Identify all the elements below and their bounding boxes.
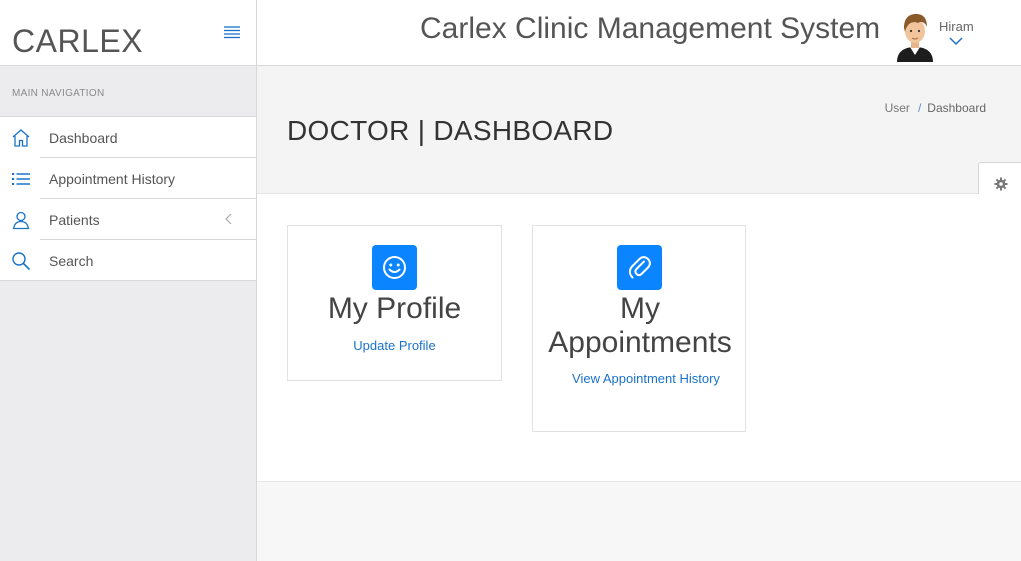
card-title: My Appointments — [533, 292, 747, 360]
card-title-line-2: Appointments — [548, 326, 732, 359]
sidebar-item-label: Dashboard — [49, 130, 118, 146]
user-name[interactable]: Hiram — [939, 19, 974, 34]
update-profile-link[interactable]: Update Profile — [288, 338, 501, 353]
paperclip-icon — [628, 256, 651, 279]
home-icon — [12, 129, 30, 147]
page-header: DOCTOR | DASHBOARD User / Dashboard — [257, 66, 1021, 194]
brand-logo-text[interactable]: CARLEX — [12, 22, 143, 60]
breadcrumb-item-user[interactable]: User — [885, 101, 910, 115]
breadcrumb-separator: / — [917, 101, 922, 115]
sidebar-item-label: Appointment History — [49, 171, 176, 187]
smile-icon — [383, 256, 406, 279]
card-title-line-1: My — [620, 292, 660, 325]
top-header: Carlex Clinic Management System Hiram — [257, 0, 1021, 66]
sidebar: CARLEX MAIN NAVIGATION Dashboard Appoint… — [0, 0, 257, 561]
breadcrumb-item-dashboard: Dashboard — [927, 101, 986, 115]
card-title: My Profile — [327, 292, 462, 325]
sidebar-item-dashboard[interactable]: Dashboard — [0, 117, 256, 158]
sidebar-item-label: Search — [49, 253, 94, 269]
page-title: DOCTOR | DASHBOARD — [287, 115, 614, 146]
nav-section-header: MAIN NAVIGATION — [12, 88, 105, 99]
appointments-badge — [617, 245, 662, 290]
menu-toggle-icon[interactable] — [222, 24, 242, 40]
user-icon — [12, 211, 30, 230]
profile-badge — [372, 245, 417, 290]
breadcrumb: User / Dashboard — [885, 101, 986, 115]
gear-icon — [994, 177, 1008, 191]
chevron-down-icon[interactable] — [949, 36, 963, 46]
chevron-left-icon[interactable] — [222, 211, 234, 227]
sidebar-nav: Dashboard Appointment History Patients S… — [0, 116, 256, 281]
list-icon — [12, 173, 30, 185]
my-profile-card: My Profile Update Profile — [287, 225, 502, 381]
avatar[interactable] — [893, 10, 937, 62]
brand-area: CARLEX — [0, 0, 256, 66]
sidebar-item-search[interactable]: Search — [0, 240, 256, 281]
my-appointments-card: My Appointments View Appointment History — [532, 225, 746, 432]
sidebar-item-label: Patients — [49, 212, 100, 228]
search-icon — [12, 252, 31, 271]
sidebar-item-appointment-history[interactable]: Appointment History — [0, 158, 256, 199]
view-appointment-history-link[interactable]: View Appointment History — [547, 371, 745, 386]
divider — [0, 280, 256, 281]
dashboard-cards: My Profile Update Profile My Appointment… — [257, 194, 1021, 482]
sidebar-item-patients[interactable]: Patients — [0, 199, 256, 240]
main-content: DOCTOR | DASHBOARD User / Dashboard My P… — [257, 66, 1021, 561]
app-title: Carlex Clinic Management System — [420, 12, 881, 45]
